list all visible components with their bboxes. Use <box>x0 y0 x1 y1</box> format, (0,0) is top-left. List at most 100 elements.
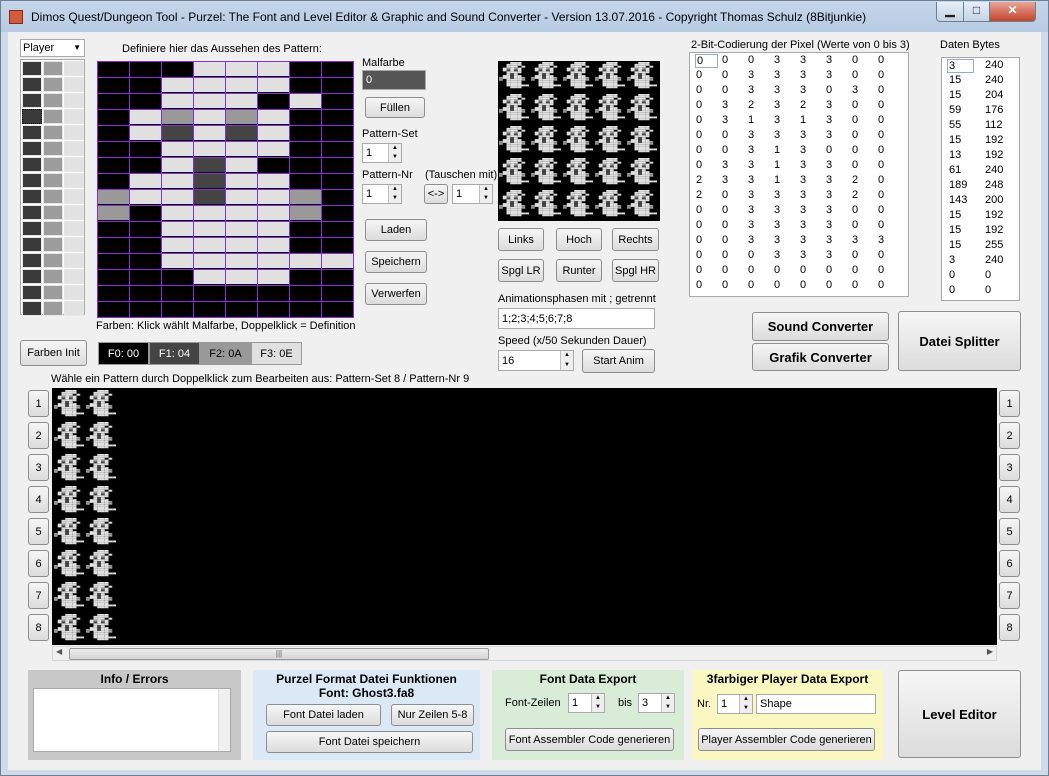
palette-cell[interactable] <box>43 221 63 236</box>
palette-cell[interactable] <box>64 173 84 188</box>
coding-cell[interactable]: 2 <box>852 174 858 186</box>
pattern-pixel[interactable] <box>290 206 321 220</box>
pattern-pixel[interactable] <box>98 126 129 140</box>
pattern-pixel[interactable] <box>226 206 257 220</box>
pattern-pixel[interactable] <box>258 174 289 188</box>
coding-cell[interactable]: 0 <box>852 249 858 261</box>
pattern-set-stepper[interactable]: 1 ▲ ▼ <box>362 143 402 163</box>
palette-cell[interactable] <box>43 109 63 124</box>
coding-cell[interactable]: 3 <box>800 54 806 66</box>
pattern-pixel[interactable] <box>322 94 353 108</box>
coding-cell[interactable]: 3 <box>800 204 806 216</box>
coding-cell[interactable]: 1 <box>774 174 780 186</box>
pattern-pixel[interactable] <box>322 158 353 172</box>
pattern-pixel[interactable] <box>194 222 225 236</box>
coding-cell[interactable]: 0 <box>722 84 728 96</box>
coding-cell[interactable]: 0 <box>852 99 858 111</box>
swap-stepper[interactable]: 1 ▲ ▼ <box>452 184 493 204</box>
pattern-tile[interactable] <box>54 582 84 613</box>
pattern-pixel[interactable] <box>290 270 321 284</box>
bytes-cell[interactable]: 200 <box>985 194 1003 206</box>
bytes-cell[interactable]: 0 <box>985 284 991 296</box>
coding-cell[interactable]: 3 <box>722 159 728 171</box>
player-nr-stepper[interactable]: 1 ▲ ▼ <box>717 694 753 714</box>
palette-cell[interactable] <box>43 93 63 108</box>
pattern-pixel[interactable] <box>98 94 129 108</box>
pattern-pixel[interactable] <box>290 174 321 188</box>
row-button-left-7[interactable]: 7 <box>28 582 49 609</box>
pattern-pixel[interactable] <box>322 270 353 284</box>
coding-cell[interactable]: 3 <box>800 174 806 186</box>
coding-cell[interactable]: 3 <box>800 189 806 201</box>
pattern-pixel[interactable] <box>162 62 193 76</box>
row-button-left-3[interactable]: 3 <box>28 454 49 481</box>
coding-cell[interactable]: 1 <box>800 114 806 126</box>
pattern-pixel[interactable] <box>322 62 353 76</box>
pattern-nr-spin[interactable]: ▲ ▼ <box>388 185 401 203</box>
pattern-tile[interactable] <box>86 582 116 613</box>
scroll-right-icon[interactable]: ▶ <box>987 647 993 656</box>
info-errors-textarea[interactable] <box>33 688 231 752</box>
coding-cell[interactable]: 3 <box>774 249 780 261</box>
scroll-left-icon[interactable]: ◀ <box>56 647 62 656</box>
coding-row[interactable]: 0 0 3 3 3 0 3 0 <box>690 84 908 99</box>
palette-cell[interactable] <box>64 189 84 204</box>
player-assembler-button[interactable]: Player Assembler Code generieren <box>698 728 875 751</box>
pattern-pixel[interactable] <box>322 222 353 236</box>
pattern-tile[interactable] <box>54 614 84 645</box>
pattern-pixel[interactable] <box>322 238 353 252</box>
pattern-pixel[interactable] <box>290 158 321 172</box>
bytes-cell[interactable]: 15 <box>949 89 961 101</box>
pattern-pixel[interactable] <box>130 238 161 252</box>
pattern-pixel[interactable] <box>290 94 321 108</box>
pattern-pixel[interactable] <box>162 174 193 188</box>
coding-cell[interactable]: 0 <box>774 264 780 276</box>
pattern-tile[interactable] <box>86 550 116 581</box>
bytes-cell[interactable]: 0 <box>985 269 991 281</box>
pattern-pixel[interactable] <box>98 174 129 188</box>
pattern-pixel[interactable] <box>258 190 289 204</box>
pattern-tile[interactable] <box>86 614 116 645</box>
bytes-cell[interactable]: 3 <box>947 59 975 73</box>
coding-row[interactable]: 0 0 3 3 3 3 0 0 <box>690 69 908 84</box>
coding-cell[interactable]: 3 <box>774 234 780 246</box>
pattern-pixel[interactable] <box>290 126 321 140</box>
coding-row[interactable]: 0 0 3 3 3 3 3 3 <box>690 234 908 249</box>
palette-cell[interactable] <box>64 301 84 316</box>
bytes-row[interactable]: 15 240 <box>942 74 1019 89</box>
coding-cell[interactable]: 0 <box>826 279 832 291</box>
coding-cell[interactable]: 3 <box>774 84 780 96</box>
bytes-cell[interactable]: 240 <box>985 59 1003 71</box>
pattern-pixel[interactable] <box>98 110 129 124</box>
row-button-right-6[interactable]: 6 <box>999 550 1020 577</box>
row-button-left-4[interactable]: 4 <box>28 486 49 513</box>
coding-cell[interactable]: 3 <box>826 234 832 246</box>
palette-cell[interactable] <box>64 285 84 300</box>
pattern-pixel[interactable] <box>258 286 289 300</box>
pattern-tile[interactable] <box>86 518 116 549</box>
palette-cell[interactable] <box>22 77 42 92</box>
palette-cell[interactable] <box>22 301 42 316</box>
pattern-pixel[interactable] <box>258 110 289 124</box>
pattern-pixel[interactable] <box>162 126 193 140</box>
palette-cell[interactable] <box>43 157 63 172</box>
palette-cell[interactable] <box>22 157 42 172</box>
coding-cell[interactable]: 3 <box>826 174 832 186</box>
pattern-tile[interactable] <box>54 550 84 581</box>
bytes-cell[interactable]: 3 <box>949 254 955 266</box>
pattern-editor-grid[interactable] <box>97 61 354 318</box>
pattern-pixel[interactable] <box>162 78 193 92</box>
pattern-pixel[interactable] <box>98 62 129 76</box>
pattern-pixel[interactable] <box>130 254 161 268</box>
coding-cell[interactable]: 0 <box>878 69 884 81</box>
palette-cell[interactable] <box>22 253 42 268</box>
row-button-right-2[interactable]: 2 <box>999 422 1020 449</box>
bytes-row[interactable]: 15 204 <box>942 89 1019 104</box>
coding-cell[interactable]: 3 <box>826 99 832 111</box>
palette-cell[interactable] <box>22 173 42 188</box>
bytes-row[interactable]: 55 112 <box>942 119 1019 134</box>
pattern-pixel[interactable] <box>226 158 257 172</box>
pattern-pixel[interactable] <box>226 190 257 204</box>
speed-spin[interactable]: ▲ ▼ <box>560 351 573 370</box>
coding-row[interactable]: 0 0 0 0 0 0 0 0 <box>690 279 908 294</box>
